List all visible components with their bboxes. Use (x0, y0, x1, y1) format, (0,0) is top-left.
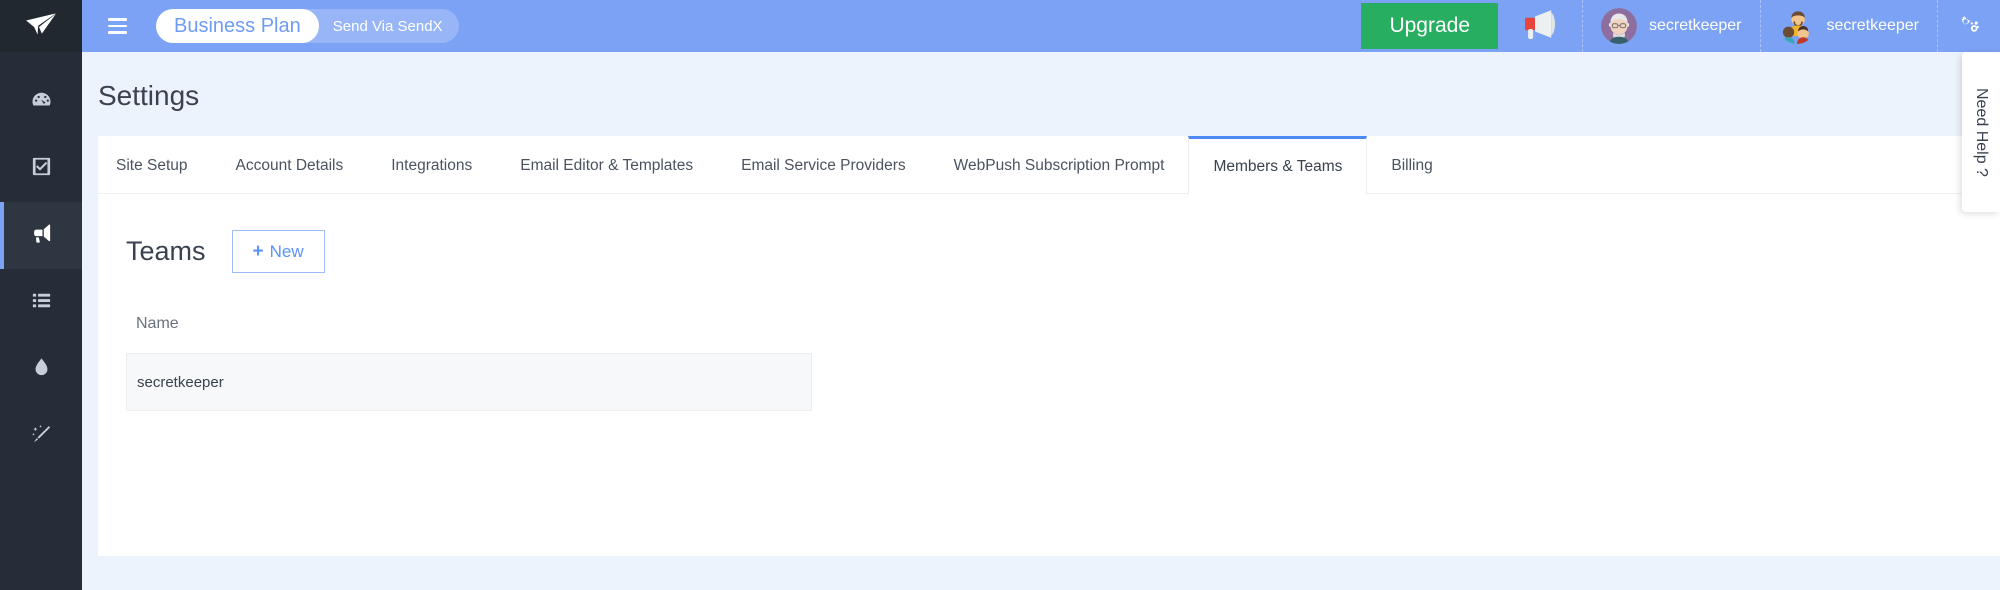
teams-title: Teams (126, 236, 206, 266)
tab-integrations[interactable]: Integrations (367, 136, 496, 193)
tab-email-editor-templates[interactable]: Email Editor & Templates (496, 136, 717, 193)
plan-subtitle: Send Via SendX (332, 17, 443, 35)
paper-plane-icon (24, 7, 58, 46)
settings-tabs: Site Setup Account Details Integrations … (98, 136, 2000, 195)
tab-label: Site Setup (116, 157, 188, 174)
tab-members-teams[interactable]: Members & Teams (1188, 136, 1368, 195)
tab-billing[interactable]: Billing (1367, 136, 1456, 193)
checkbox-checked-icon (30, 155, 53, 183)
tab-label: Account Details (235, 157, 344, 174)
main-area: Business Plan Send Via SendX Upgrade sec… (82, 0, 2000, 590)
settings-card: Site Setup Account Details Integrations … (98, 136, 2000, 556)
sidebar-item-tasks[interactable] (0, 135, 82, 202)
tab-email-service-providers[interactable]: Email Service Providers (717, 136, 930, 193)
settings-button[interactable] (1937, 0, 2000, 52)
sidebar-item-lists[interactable] (0, 269, 82, 336)
plus-icon: + (252, 241, 264, 262)
page-title: Settings (98, 80, 200, 111)
teams-table: Name secretkeeper (126, 315, 812, 411)
tab-site-setup[interactable]: Site Setup (98, 136, 212, 193)
plan-badge[interactable]: Business Plan Send Via SendX (156, 9, 459, 43)
teams-header: Teams + New (126, 230, 1972, 273)
need-help-tab[interactable]: Need Help ? (1962, 52, 2000, 212)
tab-label: WebPush Subscription Prompt (953, 157, 1165, 174)
top-navbar: Business Plan Send Via SendX Upgrade sec… (82, 0, 2000, 52)
team-avatar-icon (1779, 8, 1815, 44)
tab-label: Email Service Providers (741, 157, 906, 174)
sidebar-items (0, 52, 82, 470)
left-sidebar (0, 0, 82, 590)
app-logo[interactable] (0, 0, 82, 52)
sidebar-item-campaigns[interactable] (0, 202, 82, 269)
teams-table-header: Name (126, 315, 812, 353)
magic-wand-icon (30, 423, 53, 451)
user-avatar-icon (1601, 8, 1637, 44)
new-team-label: New (269, 242, 304, 261)
upgrade-button[interactable]: Upgrade (1361, 3, 1498, 49)
sidebar-item-drip[interactable] (0, 336, 82, 403)
tab-label: Members & Teams (1213, 158, 1343, 175)
megaphone-icon (30, 222, 53, 250)
team-account-name: secretkeeper (1826, 17, 1920, 34)
hamburger-icon[interactable] (94, 0, 140, 52)
table-row[interactable]: secretkeeper (126, 353, 812, 411)
announcements-button[interactable] (1498, 0, 1582, 52)
dashboard-speedometer-icon (30, 88, 53, 116)
need-help-label: Need Help ? (1973, 87, 1990, 177)
tab-label: Billing (1391, 157, 1433, 174)
page-body: Settings Site Setup Account Details Inte… (82, 52, 2000, 590)
tab-webpush-subscription-prompt[interactable]: WebPush Subscription Prompt (930, 136, 1189, 193)
tab-label: Integrations (391, 157, 473, 174)
tab-label: Email Editor & Templates (520, 157, 694, 174)
team-name-cell: secretkeeper (137, 373, 224, 391)
app-root: Business Plan Send Via SendX Upgrade sec… (0, 0, 2000, 590)
list-icon (30, 289, 53, 317)
sidebar-item-automation[interactable] (0, 403, 82, 470)
teams-section: Teams + New Name secretkeeper (98, 194, 2000, 411)
user-account-name: secretkeeper (1649, 17, 1742, 34)
new-team-button[interactable]: + New (231, 230, 325, 273)
column-header-name: Name (136, 315, 179, 332)
droplet-icon (30, 356, 53, 384)
sidebar-item-dashboard[interactable] (0, 68, 82, 135)
gears-icon (1958, 13, 1980, 40)
megaphone-icon (1520, 4, 1560, 49)
team-account-menu[interactable]: secretkeeper (1759, 0, 1938, 52)
plan-name: Business Plan (156, 9, 319, 43)
tab-account-details[interactable]: Account Details (212, 136, 368, 193)
user-account-menu[interactable]: secretkeeper (1582, 0, 1760, 52)
